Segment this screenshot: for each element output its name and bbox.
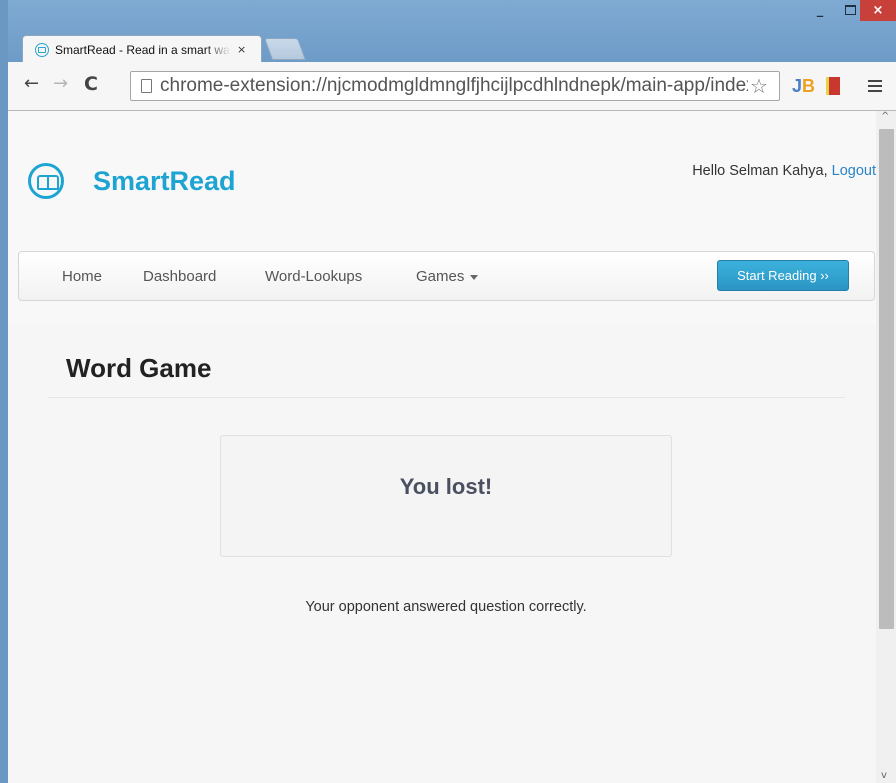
page-viewport: SmartRead Hello Selman Kahya, Logout Hom… [8, 111, 876, 783]
nav-home[interactable]: Home [62, 268, 102, 285]
address-bar[interactable]: chrome-extension://njcmodmgldmnglfjhcijl… [130, 71, 780, 101]
page-icon [141, 79, 152, 93]
browser-toolbar: ← → C chrome-extension://njcmodmgldmnglf… [8, 62, 896, 111]
nav-dashboard[interactable]: Dashboard [143, 268, 216, 285]
jetbrains-extension-icon[interactable]: JB [792, 76, 815, 97]
maximize-icon [844, 5, 856, 15]
brand[interactable]: SmartRead [28, 163, 236, 199]
jb-letter-b: B [802, 76, 816, 96]
browser-window: _ × SmartRead - Read in a smart way × ← … [0, 0, 896, 783]
bookmark-star-icon[interactable]: ☆ [750, 74, 768, 98]
jb-letter-j: J [792, 76, 803, 96]
url-text[interactable]: chrome-extension://njcmodmgldmnglfjhcijl… [160, 75, 748, 97]
chrome-menu-icon[interactable] [868, 80, 882, 95]
forward-arrow-icon[interactable]: → [53, 74, 68, 94]
tab-close-icon[interactable]: × [237, 43, 246, 56]
user-greeting: Hello Selman Kahya, Logout [692, 163, 876, 179]
scroll-thumb[interactable] [879, 129, 894, 629]
greeting-text: Hello Selman Kahya, [692, 163, 828, 179]
main-navbar: Home Dashboard Word-Lookups Games Start … [18, 251, 875, 301]
browser-tab[interactable]: SmartRead - Read in a smart way × [22, 35, 262, 63]
scroll-up-arrow-icon[interactable]: ^ [881, 111, 889, 122]
book-extension-icon[interactable] [826, 77, 840, 95]
open-book-logo-icon [28, 163, 64, 199]
new-tab-button[interactable] [263, 38, 307, 60]
nav-games-dropdown[interactable]: Games [416, 268, 479, 285]
vertical-scrollbar[interactable]: ^ v [876, 111, 896, 783]
scroll-down-arrow-icon[interactable]: v [881, 770, 887, 781]
tab-title: SmartRead - Read in a smart way [55, 42, 231, 57]
logout-link[interactable]: Logout [832, 163, 876, 179]
nav-games-label: Games [416, 268, 465, 285]
divider [48, 397, 845, 398]
back-arrow-icon[interactable]: ← [24, 74, 39, 94]
page-title: Word Game [66, 353, 212, 383]
start-reading-button[interactable]: Start Reading ›› [717, 260, 849, 291]
smartread-favicon-icon [35, 42, 49, 57]
result-panel: You lost! [220, 435, 672, 557]
close-window-button[interactable]: × [860, 0, 896, 21]
nav-word-lookups[interactable]: Word-Lookups [265, 268, 362, 285]
reload-icon[interactable]: C [84, 74, 98, 94]
minimize-button[interactable]: _ [806, 0, 834, 20]
brand-name: SmartRead [93, 165, 236, 196]
caret-down-icon [470, 274, 479, 280]
result-heading: You lost! [399, 474, 493, 499]
result-message: Your opponent answered question correctl… [305, 599, 587, 615]
